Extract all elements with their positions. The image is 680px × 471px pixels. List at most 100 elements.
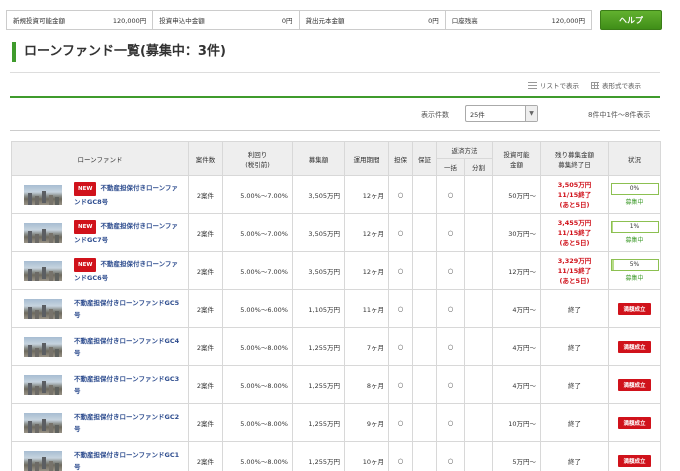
collateral-cell: ○	[388, 213, 413, 252]
amount-cell: 3,505万円	[292, 213, 345, 252]
col-header-split: 分割	[464, 158, 493, 176]
amount-cell: 1,255万円	[292, 365, 345, 404]
split-cell	[464, 441, 493, 471]
period-cell: 12ヶ月	[344, 213, 389, 252]
fund-name: 不動産担保付きローンファンドGC3号	[74, 374, 180, 395]
col-header-amount: 募集額	[292, 141, 345, 176]
progress-fill	[611, 260, 614, 270]
fund-thumbnail[interactable]	[24, 260, 62, 281]
fund-link[interactable]: NEW 不動産担保付きローンファンドGC8号	[74, 181, 188, 208]
chevron-down-icon: ▼	[525, 106, 537, 121]
fund-link[interactable]: 不動産担保付きローンファンドGC4号	[74, 335, 188, 359]
col-header-yield-line2: (税引前)	[245, 160, 270, 169]
lump-cell: ○	[436, 289, 465, 328]
fund-link[interactable]: 不動産担保付きローンファンドGC5号	[74, 297, 188, 321]
fund-cell: 不動産担保付きローンファンドGC3号	[11, 365, 189, 404]
lump-cell: ○	[436, 251, 465, 290]
period-cell: 11ヶ月	[344, 289, 389, 328]
split-cell	[464, 403, 493, 442]
collateral-cell: ○	[388, 175, 413, 214]
split-cell	[464, 365, 493, 404]
status-cell: 満額成立	[608, 403, 661, 442]
progress-bar: 0%	[610, 183, 659, 195]
table-view-button[interactable]: 表形式で表示	[591, 80, 641, 90]
fund-name: 不動産担保付きローンファンドGC5号	[74, 298, 180, 319]
col-header-yield: 利回り (税引前)	[222, 141, 293, 176]
fund-thumbnail[interactable]	[24, 298, 62, 319]
remaining-cell: 3,329万円 11/15終了 (あと5日)	[540, 251, 609, 290]
investable-cell: 4万円～	[492, 289, 541, 328]
fund-thumbnail[interactable]	[24, 184, 62, 205]
fund-cell: NEW 不動産担保付きローンファンドGC6号	[11, 251, 189, 290]
table-row: 不動産担保付きローンファンドGC3号 2案件 5.00%～8.00% 1,255万円 8…	[11, 365, 661, 404]
remaining-cell: 終了	[540, 327, 609, 366]
new-badge: NEW	[74, 219, 97, 234]
fund-cell: 不動産担保付きローンファンドGC2号	[11, 403, 189, 442]
fund-link[interactable]: 不動産担保付きローンファンドGC3号	[74, 373, 188, 397]
fund-link[interactable]: 不動産担保付きローンファンドGC1号	[74, 449, 188, 471]
remaining-cell: 終了	[540, 289, 609, 328]
lump-cell: ○	[436, 365, 465, 404]
fund-thumbnail[interactable]	[24, 222, 62, 243]
fund-thumbnail[interactable]	[24, 450, 62, 471]
remaining-cell: 終了	[540, 441, 609, 471]
summary-balance: 口座残高 120,000円	[446, 11, 591, 29]
status-cell: 満額成立	[608, 289, 661, 328]
table-row: 不動産担保付きローンファンドGC4号 2案件 5.00%～8.00% 1,255万円 7…	[11, 327, 661, 366]
lump-cell: ○	[436, 213, 465, 252]
remaining-amount: 3,455万円	[557, 218, 592, 227]
table-icon	[591, 81, 599, 89]
col-header-repayment: 返済方法	[436, 141, 493, 159]
page-title: ローンファンド一覧(募集中：3件)	[12, 42, 226, 62]
list-view-button[interactable]: リストで表示	[528, 80, 579, 90]
yield-cell: 5.00%～8.00%	[222, 365, 293, 404]
summary-value: 0円	[428, 17, 439, 25]
summary-value: 0円	[281, 17, 293, 25]
lump-cell: ○	[436, 327, 465, 366]
cases-cell: 2案件	[188, 327, 223, 366]
fund-thumbnail[interactable]	[24, 336, 62, 357]
col-header-investable-line1: 投資可能	[503, 150, 530, 159]
table-row: 不動産担保付きローンファンドGC2号 2案件 5.00%～8.00% 1,255万円 9…	[11, 403, 661, 442]
collateral-cell: ○	[388, 365, 413, 404]
fund-cell: NEW 不動産担保付きローンファンドGC8号	[11, 175, 189, 214]
guarantee-cell	[412, 441, 437, 471]
fund-link[interactable]: NEW 不動産担保付きローンファンドGC7号	[74, 219, 188, 246]
fund-thumbnail[interactable]	[24, 374, 62, 395]
col-header-investable: 投資可能 金額	[492, 141, 541, 176]
amount-cell: 3,505万円	[292, 251, 345, 290]
account-summary-bar: 新規投資可能金額 120,000円 投資申込中金額 0円 貸出元本金額 0円 口…	[6, 10, 592, 30]
collateral-cell: ○	[388, 251, 413, 290]
yield-cell: 5.00%～8.00%	[222, 327, 293, 366]
fund-cell: 不動産担保付きローンファンドGC1号	[11, 441, 189, 471]
guarantee-cell	[412, 365, 437, 404]
yield-cell: 5.00%～7.00%	[222, 213, 293, 252]
fund-thumbnail[interactable]	[24, 412, 62, 433]
fund-cell: 不動産担保付きローンファンドGC5号	[11, 289, 189, 328]
col-header-fund: ローンファンド	[11, 141, 189, 176]
collateral-cell: ○	[388, 327, 413, 366]
period-cell: 9ヶ月	[344, 403, 389, 442]
help-button[interactable]: ヘルプ	[600, 10, 662, 30]
guarantee-cell	[412, 403, 437, 442]
cases-cell: 2案件	[188, 175, 223, 214]
yield-cell: 5.00%～8.00%	[222, 441, 293, 471]
period-cell: 12ヶ月	[344, 251, 389, 290]
investable-cell: 30万円～	[492, 213, 541, 252]
list-icon	[528, 81, 537, 89]
yield-cell: 5.00%～7.00%	[222, 251, 293, 290]
period-cell: 12ヶ月	[344, 175, 389, 214]
status-badge: 満額成立	[618, 416, 651, 429]
investable-cell: 4万円～	[492, 327, 541, 366]
guarantee-cell	[412, 175, 437, 214]
amount-cell: 1,255万円	[292, 327, 345, 366]
summary-label: 口座残高	[451, 17, 478, 25]
fund-link[interactable]: 不動産担保付きローンファンドGC2号	[74, 411, 188, 435]
end-date: 11/15終了	[557, 190, 592, 199]
summary-value: 120,000円	[551, 17, 585, 25]
display-count-select[interactable]: 25件 ▼	[465, 105, 538, 122]
status-badge: 満額成立	[618, 454, 651, 467]
table-row: NEW 不動産担保付きローンファンドGC6号 2案件 5.00%～7.00% 3,505…	[11, 251, 661, 290]
cases-cell: 2案件	[188, 403, 223, 442]
fund-link[interactable]: NEW 不動産担保付きローンファンドGC6号	[74, 257, 188, 284]
